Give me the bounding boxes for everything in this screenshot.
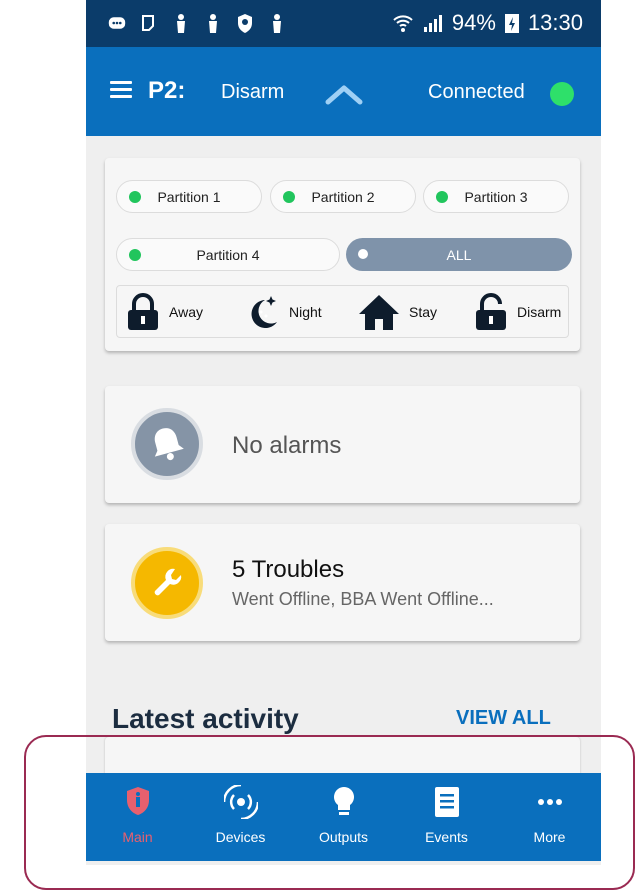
nav-label: Devices: [215, 829, 266, 845]
partition-2-button[interactable]: Partition 2: [270, 180, 416, 213]
mode-label: Away: [169, 303, 203, 320]
sensor-icon: [223, 785, 258, 819]
night-button[interactable]: Night: [243, 286, 322, 337]
nav-label: Events: [425, 829, 468, 845]
person-icon: [273, 14, 281, 33]
connection-status: Connected: [428, 81, 525, 103]
activity-card[interactable]: [105, 737, 580, 777]
status-dot: [358, 249, 368, 259]
moon-stars-icon: [251, 295, 277, 328]
troubles-card[interactable]: 5 Troubles Went Offline, BBA Went Offlin…: [105, 524, 580, 641]
nav-label: Main: [122, 829, 153, 845]
nav-devices[interactable]: Devices: [189, 773, 292, 861]
away-button[interactable]: Away: [125, 286, 203, 337]
clock: 13:30: [527, 10, 583, 35]
status-right: 94% 13:30: [392, 10, 583, 36]
shield-status-icon: [238, 14, 252, 33]
nav-label: Outputs: [318, 829, 369, 845]
stay-button[interactable]: Stay: [357, 286, 437, 337]
troubles-description: Went Offline, BBA Went Offline...: [232, 589, 494, 609]
battery-icon: [504, 14, 519, 33]
all-partitions-button[interactable]: ALL: [346, 238, 572, 271]
view-all-link[interactable]: VIEW ALL: [456, 707, 551, 730]
nav-main[interactable]: Main: [86, 773, 189, 861]
phone-screen: 94% 13:30 P2: Disarm Connected Partition…: [86, 0, 601, 865]
latest-activity-heading: Latest activity: [112, 703, 299, 734]
nav-more[interactable]: More: [498, 773, 601, 861]
partition-1-button[interactable]: Partition 1: [116, 180, 262, 213]
alarm-status-text: No alarms: [232, 432, 342, 459]
notification-icons: [108, 12, 286, 34]
partition-label: Partition 1: [157, 188, 221, 205]
partition-title: P2:: [148, 77, 186, 104]
wrench-icon: [131, 547, 203, 619]
partition-4-button[interactable]: Partition 4: [116, 238, 340, 271]
screenshot-icon: [142, 15, 154, 31]
mode-label: Disarm: [517, 303, 562, 320]
wifi-icon: [393, 15, 413, 32]
nav-events[interactable]: Events: [395, 773, 498, 861]
nav-label: More: [533, 829, 566, 845]
partition-card: Partition 1 Partition 2 Partition 3 Part…: [105, 158, 580, 351]
disarm-button[interactable]: Disarm: [473, 286, 561, 337]
troubles-title: 5 Troubles: [232, 556, 345, 583]
status-dot: [129, 191, 141, 203]
lock-icon: [128, 292, 158, 330]
mode-label: Night: [289, 303, 322, 320]
status-dot: [283, 191, 295, 203]
unlock-icon: [476, 292, 506, 330]
partition-label: Partition 3: [464, 188, 528, 205]
person-icon: [177, 14, 185, 33]
mode-label: Stay: [409, 303, 438, 320]
menu-icon[interactable]: [110, 81, 132, 99]
list-icon: [434, 787, 459, 817]
person-icon: [209, 14, 217, 33]
partition-label: Partition 2: [311, 188, 375, 205]
app-bar: P2: Disarm Connected: [86, 47, 601, 136]
bell-icon: [131, 408, 203, 480]
status-bar: 94% 13:30: [86, 0, 601, 47]
partition-3-button[interactable]: Partition 3: [423, 180, 569, 213]
partition-label: Partition 4: [196, 246, 260, 263]
signal-icon: [423, 15, 442, 32]
bottom-nav: Main Devices Outputs Events More: [86, 773, 601, 861]
arm-mode-bar: Away Night Stay Disarm: [116, 285, 569, 338]
nav-outputs[interactable]: Outputs: [292, 773, 395, 861]
status-dot: [129, 249, 141, 261]
shield-icon: [126, 787, 149, 815]
more-icon: [537, 799, 562, 805]
battery-percent: 94%: [451, 10, 496, 35]
alarms-card[interactable]: No alarms: [105, 386, 580, 503]
chevron-up-icon[interactable]: [324, 83, 364, 105]
status-dot: [436, 191, 448, 203]
partition-state: Disarm: [221, 81, 285, 103]
home-icon: [359, 294, 399, 330]
connection-indicator: [550, 82, 574, 106]
bulb-icon: [333, 787, 354, 815]
partition-label: ALL: [446, 246, 472, 263]
chat-icon: [108, 17, 126, 29]
